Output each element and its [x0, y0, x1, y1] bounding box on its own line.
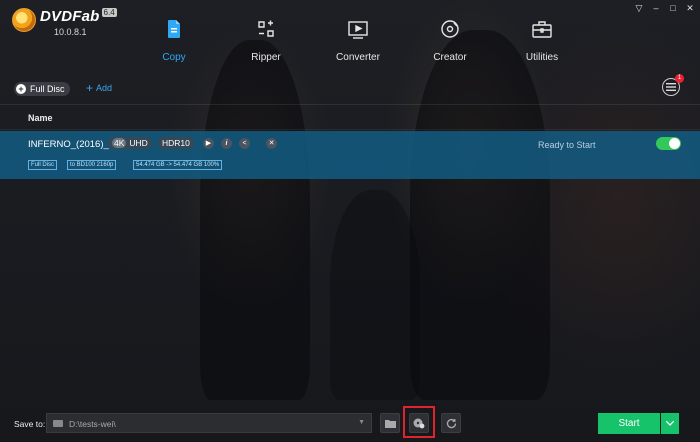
- share-icon[interactable]: <: [239, 138, 250, 149]
- list-icon: [666, 83, 676, 91]
- output-chip[interactable]: to BD100 2160p: [67, 160, 117, 170]
- tab-label: Ripper: [251, 52, 281, 63]
- folder-open-icon: [384, 419, 396, 428]
- tab-creator[interactable]: Creator: [404, 18, 496, 63]
- tab-label: Creator: [433, 52, 467, 63]
- tab-converter[interactable]: Converter: [312, 18, 404, 63]
- info-icon[interactable]: i: [221, 138, 232, 149]
- res-uhd: UHD: [129, 138, 148, 148]
- tab-utilities[interactable]: Utilities: [496, 18, 588, 63]
- browse-folder-button[interactable]: [380, 413, 400, 433]
- size-chip[interactable]: 54.474 GB -> 54.474 GB 100%: [133, 160, 223, 170]
- start-button[interactable]: Start: [598, 413, 660, 434]
- add-source-button[interactable]: + Add: [86, 81, 113, 95]
- app-logo: DVDFab 6.4 10.0.8.1: [12, 8, 117, 37]
- copy-icon: [168, 20, 180, 38]
- version-badge: 6.4: [101, 8, 117, 17]
- converter-icon: [348, 21, 368, 39]
- chevron-down-icon: [666, 421, 674, 426]
- resolution-badge: 4K UHD: [108, 137, 152, 149]
- task-count-badge: 1: [675, 74, 684, 83]
- play-icon[interactable]: ▶: [203, 138, 214, 149]
- refresh-button[interactable]: [441, 413, 461, 433]
- creator-icon: [441, 20, 459, 38]
- window-controls: ▽ – □ ✕: [635, 3, 694, 14]
- app-name: DVDFab: [40, 8, 100, 25]
- save-path-field[interactable]: D:\tests-wei\ ▼: [46, 413, 372, 433]
- menu-dropdown-icon[interactable]: ▽: [635, 3, 643, 13]
- title-name: INFERNO_(2016)_: [28, 139, 109, 150]
- res-4k: 4K: [112, 138, 127, 148]
- mode-selector[interactable]: + Full Disc: [14, 82, 70, 96]
- maximize-icon[interactable]: □: [669, 3, 677, 13]
- remove-icon[interactable]: ✕: [266, 138, 277, 149]
- add-label: Add: [96, 83, 113, 93]
- background-figure: [410, 30, 550, 400]
- background-figure: [200, 40, 310, 400]
- tab-label: Utilities: [525, 52, 559, 63]
- mode-label: Full Disc: [30, 84, 65, 94]
- tab-label: Copy: [162, 52, 186, 63]
- tab-copy[interactable]: Copy: [128, 18, 220, 63]
- background-figure: [330, 190, 420, 400]
- mode-chip[interactable]: Full Disc: [28, 160, 58, 170]
- folder-icon: [53, 420, 63, 427]
- main-nav: Copy Ripper Converter Creator Utilities: [128, 18, 588, 63]
- enable-toggle[interactable]: [656, 137, 681, 150]
- status-text: Ready to Start: [538, 140, 596, 150]
- highlight-box: [403, 406, 435, 438]
- ripper-icon: [258, 20, 274, 37]
- list-header: Name: [0, 104, 700, 130]
- column-name-header: Name: [28, 113, 53, 123]
- disc-logo-icon: [12, 8, 36, 32]
- app-window: DVDFab 6.4 10.0.8.1 ▽ – □ ✕ Copy Ripper …: [0, 0, 700, 442]
- chevron-down-icon[interactable]: ▼: [358, 419, 365, 426]
- mode-toggle-icon: +: [16, 84, 26, 94]
- save-path-value: D:\tests-wei\: [69, 419, 116, 429]
- refresh-icon: [446, 418, 456, 428]
- tab-ripper[interactable]: Ripper: [220, 18, 312, 63]
- utilities-icon: [532, 21, 552, 38]
- minimize-icon[interactable]: –: [652, 3, 660, 13]
- close-icon[interactable]: ✕: [686, 3, 694, 13]
- plus-icon: +: [86, 81, 94, 95]
- start-options-button[interactable]: [661, 413, 679, 434]
- build-number: 10.0.8.1: [54, 27, 87, 37]
- hdr-badge: HDR10: [158, 137, 194, 149]
- save-to-label: Save to:: [14, 419, 46, 429]
- tab-label: Converter: [336, 52, 380, 63]
- title-row[interactable]: INFERNO_(2016)_ 4K UHD HDR10 ▶ i < ✕ Read…: [0, 131, 700, 179]
